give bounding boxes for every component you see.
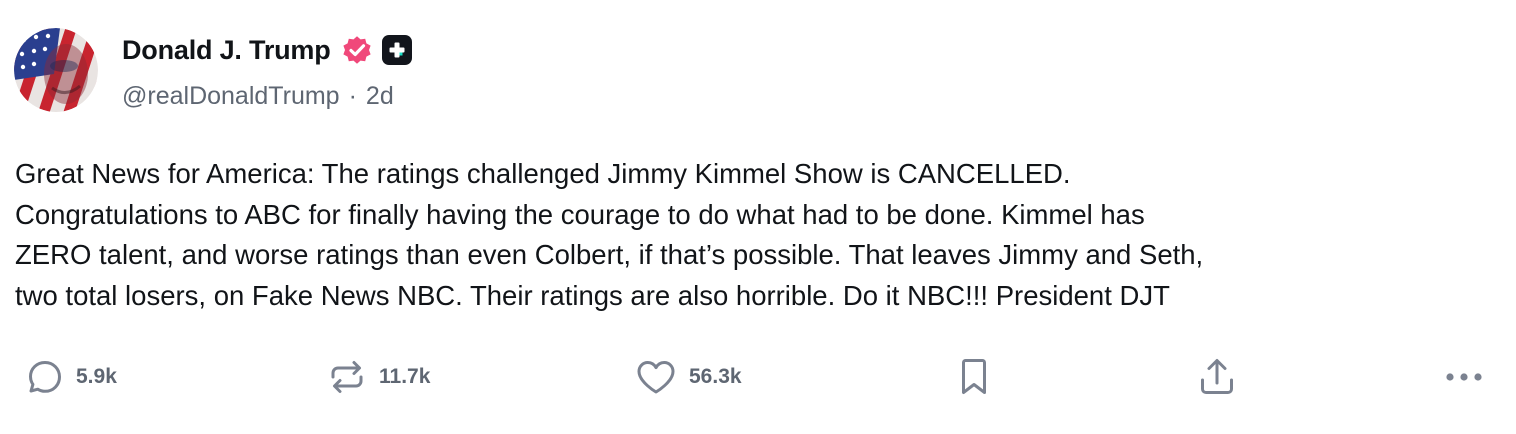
reply-button[interactable]: 5.9k	[26, 355, 117, 399]
post-text: Great News for America: The ratings chal…	[15, 158, 1204, 311]
verified-badge-icon	[340, 33, 374, 67]
meta-separator: ·	[348, 82, 357, 110]
repost-button[interactable]: 11.7k	[327, 355, 430, 399]
reply-count: 5.9k	[76, 365, 117, 388]
more-dots-icon	[1444, 371, 1484, 383]
reply-icon	[26, 358, 64, 396]
author-name-row: Donald J. Trump	[122, 30, 412, 70]
heart-icon	[635, 358, 677, 396]
bookmark-icon	[956, 357, 992, 397]
post-card: Donald J. Trump @realDonaldTrump · 2d Gr…	[0, 0, 1516, 434]
author-meta-row: @realDonaldTrump · 2d	[122, 82, 394, 111]
like-button[interactable]: 56.3k	[635, 355, 742, 399]
post-timestamp[interactable]: 2d	[366, 82, 394, 111]
share-button[interactable]	[1197, 355, 1237, 399]
author-handle[interactable]: @realDonaldTrump	[122, 82, 340, 111]
share-upload-icon	[1197, 356, 1237, 398]
avatar[interactable]	[14, 28, 98, 112]
repost-icon	[327, 358, 367, 396]
like-count: 56.3k	[689, 365, 742, 388]
more-options-button[interactable]	[1444, 355, 1484, 399]
plus-badge-icon	[381, 35, 412, 65]
avatar-image	[14, 28, 98, 112]
bookmark-button[interactable]	[956, 355, 992, 399]
repost-count: 11.7k	[379, 365, 431, 388]
author-display-name[interactable]: Donald J. Trump	[122, 35, 331, 66]
